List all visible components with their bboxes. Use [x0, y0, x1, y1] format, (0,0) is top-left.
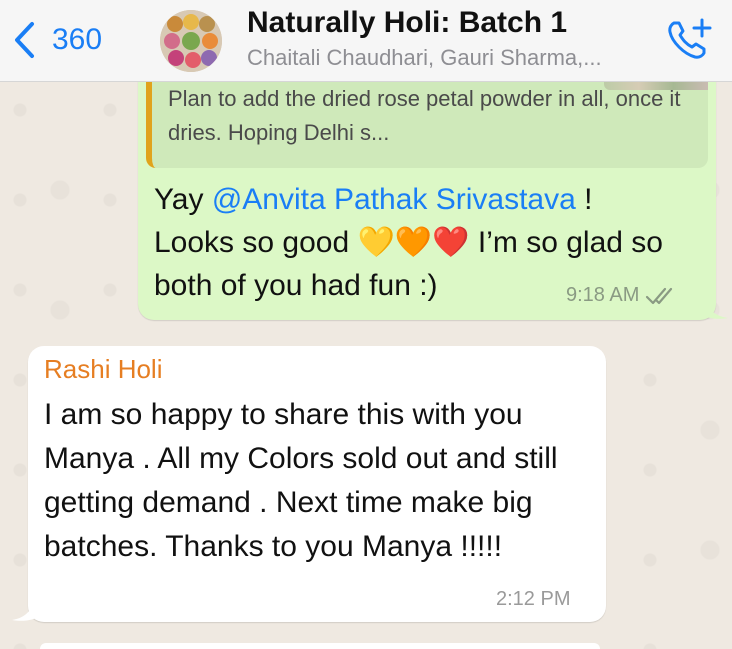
next-message-bubble-edge: [40, 643, 600, 649]
outgoing-time: 9:18 AM: [566, 284, 640, 306]
mention-link[interactable]: @Anvita Pathak Srivastava: [212, 183, 576, 216]
unread-count: 360: [52, 23, 103, 56]
chevron-left-icon: [15, 22, 34, 58]
chat-header: 360 Naturally Holi: Batch 1 Chaitali Cha…: [0, 0, 732, 82]
outgoing-message-meta: 9:18 AM: [566, 284, 677, 307]
incoming-message-text: I am so happy to share this with you Man…: [44, 398, 558, 563]
sender-name[interactable]: Rashi Holi: [44, 354, 163, 385]
back-button[interactable]: 360: [10, 18, 102, 62]
quoted-message-text: Plan to add the dried rose petal powder …: [168, 86, 681, 145]
phone-plus-icon[interactable]: [664, 14, 714, 64]
incoming-time: 2:12 PM: [496, 588, 571, 610]
group-avatar[interactable]: [160, 10, 222, 72]
hearts-emoji: 💛🧡❤️: [357, 226, 470, 259]
chat-title[interactable]: Naturally Holi: Batch 1: [247, 6, 567, 40]
message-line2: Looks so good: [154, 226, 358, 259]
double-check-icon: [646, 287, 673, 304]
color-bowls-image: [160, 10, 222, 72]
chat-participants[interactable]: Chaitali Chaudhari, Gauri Sharma,...: [247, 45, 602, 71]
message-prefix: Yay: [154, 183, 212, 216]
bubble-tail: [12, 596, 40, 621]
message-exclaim: !: [575, 183, 593, 216]
